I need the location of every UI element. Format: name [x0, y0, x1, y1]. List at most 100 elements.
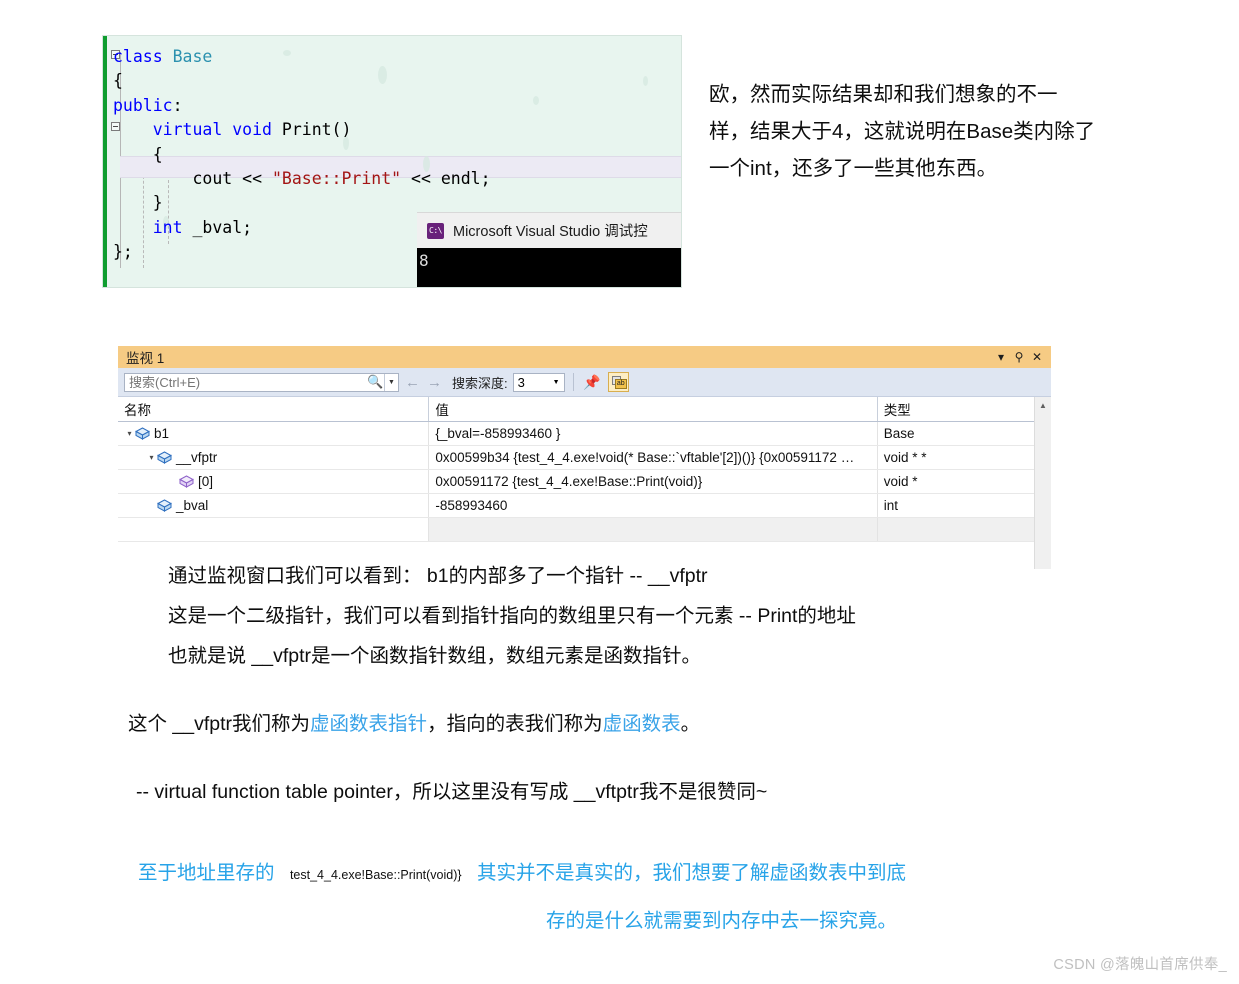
paragraph-6: 至于地址里存的 test_4_4.exe!Base::Print(void)} …: [138, 850, 1098, 944]
watch-row[interactable]: ▾ b1 {_bval=-858993460 } Base: [118, 421, 1051, 446]
code-token: << endl;: [401, 169, 491, 189]
code-token: "Base::Print": [271, 169, 402, 189]
console-output: 8: [417, 248, 681, 287]
watch-row-name: _bval: [176, 498, 209, 513]
watch-row[interactable]: _bval -858993460 int: [118, 493, 1051, 518]
column-header-name[interactable]: 名称: [118, 397, 430, 422]
watch-cell-name[interactable]: ▾ b1: [118, 421, 430, 446]
field-cube-blue-icon: [157, 451, 172, 464]
watch-cell-name[interactable]: ▾ __vfptr: [118, 445, 430, 470]
column-header-type[interactable]: 类型: [877, 397, 1051, 422]
code-line: class Base: [113, 45, 491, 69]
paragraph-6-a: 至于地址里存的: [138, 862, 275, 884]
watch-vertical-scrollbar[interactable]: ▲: [1034, 397, 1051, 569]
watch-cell-name[interactable]: [0]: [118, 469, 430, 494]
watch-new-expression-cell[interactable]: [118, 517, 430, 542]
note-line-1: 欧，然而实际结果却和我们想象的不一: [709, 83, 1058, 106]
watch-titlebar: 监视 1 ▾ ⚲ ✕: [118, 346, 1051, 368]
console-app-icon: C:\: [427, 222, 444, 239]
code-token: _bval;: [182, 217, 253, 237]
inline-code-snippet: test_4_4.exe!Base::Print(void)}: [289, 868, 462, 882]
code-line: cout << "Base::Print" << endl;: [113, 167, 491, 191]
column-header-value[interactable]: 值: [428, 397, 878, 422]
watch-cell-value[interactable]: {_bval=-858993460 }: [428, 421, 878, 446]
scroll-up-arrow-icon[interactable]: ▲: [1035, 397, 1051, 413]
watch-grid[interactable]: 名称 值 类型 ▾ b1 {_bval=-858993460 } Base ▾ __vfp…: [118, 397, 1051, 569]
code-line: {: [113, 143, 491, 167]
search-options-chevron-icon[interactable]: ▼: [384, 373, 398, 391]
nav-forward-icon[interactable]: →: [426, 374, 443, 391]
pin-all-icon[interactable]: 📌: [582, 372, 603, 392]
watch-cell-value[interactable]: -858993460: [428, 493, 878, 518]
toolbar-divider: [572, 373, 574, 391]
watch-cell-type: void *: [877, 469, 1051, 494]
code-token: Base: [172, 47, 213, 66]
watch-row[interactable]: ▾ __vfptr 0x00599b34 {test_4_4.exe!void(* …: [118, 445, 1051, 470]
watch-row-name: [0]: [198, 474, 214, 489]
noise-speck: [643, 76, 648, 86]
expand-collapse-triangle-icon[interactable]: ▾: [146, 453, 157, 462]
watch-cell-value[interactable]: 0x00599b34 {test_4_4.exe!void(* Base::`v…: [428, 445, 878, 470]
watch-row-name: b1: [154, 426, 170, 441]
code-token: class: [113, 47, 173, 66]
watch-cell-value[interactable]: 0x00591172 {test_4_4.exe!Base::Print(voi…: [428, 469, 878, 494]
search-input[interactable]: [125, 373, 367, 391]
code-line: public:: [113, 94, 491, 118]
code-token: }: [113, 193, 163, 213]
paragraph-4-a: 这个 __vfptr我们称为: [128, 713, 311, 735]
watch-cell-type: Base: [877, 421, 1051, 446]
noise-speck: [533, 96, 539, 105]
paragraph-1: 通过监视窗口我们可以看到： b1的内部多了一个指针 -- __vfptr: [168, 565, 708, 587]
code-token: Print(): [281, 120, 352, 140]
nav-back-icon[interactable]: ←: [404, 374, 421, 391]
code-token: {: [113, 144, 163, 164]
watch-title-label: 监视 1: [126, 351, 165, 366]
change-bar-indicator: [103, 36, 107, 287]
paragraph-6-b: 其实并不是真实的，我们想要了解虚函数表中到底: [476, 862, 906, 884]
search-depth-value: 3: [517, 374, 525, 390]
watch-cell-type: int: [877, 493, 1051, 518]
watch-row[interactable]: [0] 0x00591172 {test_4_4.exe!Base::Print(…: [118, 469, 1051, 494]
note-line-3: 一个int，还多了一些其他东西。: [709, 157, 998, 180]
console-title-text: Microsoft Visual Studio 调试控: [453, 224, 648, 240]
search-depth-select[interactable]: 3 ▼: [512, 372, 565, 392]
note-line-2: 样，结果大于4，这就说明在Base类内除了: [709, 120, 1096, 143]
paragraph-4: 这个 __vfptr我们称为虚函数表指针，指向的表我们称为虚函数表。: [128, 707, 1088, 741]
field-cube-blue-icon: [157, 499, 172, 512]
paragraph-2: 这是一个二级指针，我们可以看到指针指向的数组里只有一个元素 -- Print的地…: [168, 605, 856, 627]
pin-icon[interactable]: ⚲: [1011, 349, 1027, 365]
raw-ab-glyph: ab: [614, 379, 627, 389]
chevron-down-icon[interactable]: ▼: [549, 379, 564, 386]
watch-cell-type: void * *: [877, 445, 1051, 470]
link-vftable[interactable]: 虚函数表: [603, 713, 681, 735]
watch-row-name: __vfptr: [176, 450, 218, 465]
watch-cell-name[interactable]: _bval: [118, 493, 430, 518]
paragraph-4-c: 。: [680, 713, 701, 735]
watch-window[interactable]: 监视 1 ▾ ⚲ ✕ 🔍 ▼ ← → 搜索深度: 3 ▼ 📌 ab 名称: [118, 346, 1051, 569]
code-token: };: [113, 242, 133, 262]
watch-toolbar: 🔍 ▼ ← → 搜索深度: 3 ▼ 📌 ab: [118, 368, 1051, 397]
code-token: {: [113, 71, 123, 91]
field-cube-blue-icon: [135, 427, 150, 440]
show-raw-values-icon[interactable]: ab: [607, 372, 629, 392]
link-vftable-pointer[interactable]: 虚函数表指针: [310, 713, 427, 735]
csdn-watermark: CSDN @落魄山首席供奉_: [1053, 957, 1227, 973]
code-token: virtual void: [152, 120, 282, 140]
paragraph-5: -- virtual function table pointer，所以这里没有…: [136, 775, 1096, 809]
expand-collapse-triangle-icon[interactable]: ▾: [124, 429, 135, 438]
search-box[interactable]: 🔍 ▼: [124, 372, 399, 392]
element-cube-purple-icon: [179, 475, 194, 488]
watch-empty-type-cell: [877, 517, 1051, 542]
code-token: :: [172, 95, 183, 115]
paragraph-block-1: 通过监视窗口我们可以看到： b1的内部多了一个指针 -- __vfptr 这是一…: [168, 556, 1038, 676]
watch-empty-value-cell: [428, 517, 878, 542]
chevron-down-icon[interactable]: ▾: [993, 349, 1009, 365]
code-token: int: [152, 217, 183, 237]
watch-new-expression-row[interactable]: [118, 517, 1051, 542]
console-titlebar: C:\ Microsoft Visual Studio 调试控: [417, 212, 681, 248]
search-depth-label: 搜索深度:: [452, 375, 508, 391]
debug-console-window[interactable]: C:\ Microsoft Visual Studio 调试控 8: [417, 212, 681, 287]
search-icon[interactable]: 🔍: [367, 374, 384, 390]
close-icon[interactable]: ✕: [1029, 349, 1045, 365]
